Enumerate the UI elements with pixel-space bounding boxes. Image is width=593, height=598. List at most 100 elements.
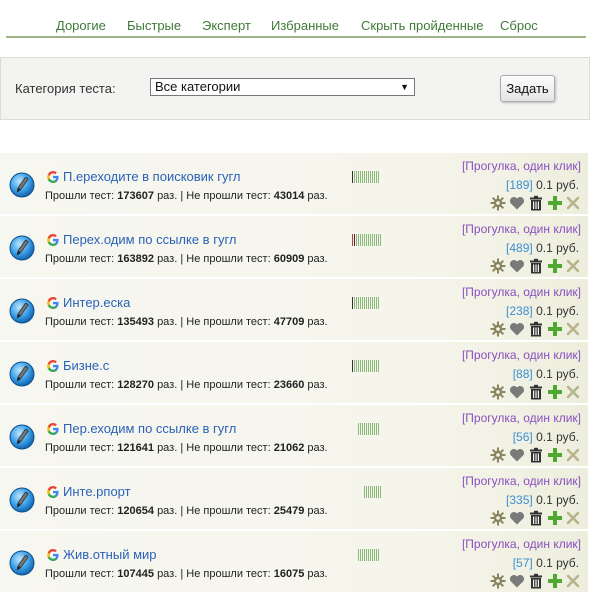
task-title-link[interactable]: Интер.еска <box>63 295 130 310</box>
rating-bar-tick-green <box>358 171 359 183</box>
rating-bar-tick-green <box>370 360 371 372</box>
hide-close-icon[interactable] <box>566 259 580 273</box>
task-title-link[interactable]: Пер.еходим по ссылке в гугл <box>63 421 236 436</box>
heart-icon[interactable] <box>509 447 525 463</box>
times-label: раз. <box>157 190 178 202</box>
nav-link-hide-completed[interactable]: Скрыть пройденные <box>361 18 484 33</box>
hide-close-icon[interactable] <box>566 322 580 336</box>
remaining-count: [489] <box>506 241 533 255</box>
rating-bar-tick-green <box>380 234 381 246</box>
task-title-link[interactable]: Жив.отный мир <box>63 547 157 562</box>
settings-gear-icon[interactable] <box>490 510 506 526</box>
heart-icon[interactable] <box>509 258 525 274</box>
google-icon <box>47 296 59 309</box>
rating-bar-tick-green <box>368 423 369 435</box>
nav-link-reset[interactable]: Сброс <box>500 18 538 33</box>
rating-bar-tick-green <box>376 360 377 372</box>
rating-bar-tick-green <box>374 486 375 498</box>
task-title-link[interactable]: Бизне.с <box>63 358 109 373</box>
task-stats: Прошли тест: 163892 раз. | Не прошли тес… <box>45 253 328 265</box>
settings-gear-icon[interactable] <box>490 573 506 589</box>
trash-icon[interactable] <box>528 510 544 526</box>
failed-count: 23660 <box>273 379 305 391</box>
rating-bar-tick-green <box>358 360 359 372</box>
task-title-link[interactable]: П.ереходите в поисковик гугл <box>63 169 241 184</box>
rating-bar-tick-green <box>378 171 379 183</box>
remaining-count: [189] <box>506 178 533 192</box>
task-type-label: [Прогулка, один клик] <box>461 474 581 488</box>
settings-gear-icon[interactable] <box>490 258 506 274</box>
task-row: П.ереходите в поисковик гугл Прошли тест… <box>0 153 588 214</box>
add-plus-icon[interactable] <box>547 321 563 337</box>
task-title-link[interactable]: Перех.одим по ссылке в гугл <box>63 232 237 247</box>
add-plus-icon[interactable] <box>547 195 563 211</box>
rating-bar-tick-green <box>370 486 371 498</box>
heart-icon[interactable] <box>509 573 525 589</box>
passed-count: 120654 <box>117 505 154 517</box>
rating-bar-tick-green <box>368 234 369 246</box>
passed-count: 121641 <box>117 442 154 454</box>
stats-separator: | <box>180 253 184 265</box>
times-label: раз. <box>157 568 178 580</box>
passed-count: 173607 <box>117 190 154 202</box>
hide-close-icon[interactable] <box>566 448 580 462</box>
hide-close-icon[interactable] <box>566 511 580 525</box>
hide-close-icon[interactable] <box>566 574 580 588</box>
trash-icon[interactable] <box>528 573 544 589</box>
rating-bar-tick-green <box>362 171 363 183</box>
trash-icon[interactable] <box>528 384 544 400</box>
nav-link-fast[interactable]: Быстрые <box>127 18 181 33</box>
add-plus-icon[interactable] <box>547 510 563 526</box>
apply-filter-button[interactable]: Задать <box>500 75 555 102</box>
rating-bar-tick-green <box>354 171 355 183</box>
rating-bar-tick-red <box>352 234 353 246</box>
add-plus-icon[interactable] <box>547 384 563 400</box>
rating-bar-tick-green <box>366 297 367 309</box>
rating-bar-tick-green <box>368 549 369 561</box>
times-label: раз. <box>307 505 328 517</box>
settings-gear-icon[interactable] <box>490 384 506 400</box>
task-actions <box>490 384 580 400</box>
heart-icon[interactable] <box>509 321 525 337</box>
task-type-label: [Прогулка, один клик] <box>461 537 581 551</box>
task-title-link[interactable]: Инте.рпорт <box>63 484 131 499</box>
failed-count: 60909 <box>273 253 305 265</box>
rating-bar-tick-green <box>378 486 379 498</box>
nav-link-expert[interactable]: Эксперт <box>202 18 251 33</box>
settings-gear-icon[interactable] <box>490 321 506 337</box>
trash-icon[interactable] <box>528 258 544 274</box>
rating-bar-tick-green <box>370 297 371 309</box>
heart-icon[interactable] <box>509 384 525 400</box>
heart-icon[interactable] <box>509 195 525 211</box>
settings-gear-icon[interactable] <box>490 195 506 211</box>
hide-close-icon[interactable] <box>566 196 580 210</box>
rating-bar-tick-green <box>360 171 361 183</box>
times-label: раз. <box>157 505 178 517</box>
rating-bar-tick-green <box>372 486 373 498</box>
trash-icon[interactable] <box>528 195 544 211</box>
category-select[interactable]: Все категории ▼ <box>150 78 415 96</box>
passed-count: 128270 <box>117 379 154 391</box>
add-plus-icon[interactable] <box>547 573 563 589</box>
add-plus-icon[interactable] <box>547 447 563 463</box>
add-plus-icon[interactable] <box>547 258 563 274</box>
rating-bar-tick-green <box>354 297 355 309</box>
task-stats: Прошли тест: 107445 раз. | Не прошли тес… <box>45 568 328 580</box>
currency-label: руб. <box>556 304 579 318</box>
heart-icon[interactable] <box>509 510 525 526</box>
task-price: [189] 0.1 руб. <box>506 178 579 192</box>
trash-icon[interactable] <box>528 447 544 463</box>
trash-icon[interactable] <box>528 321 544 337</box>
nav-link-favorites[interactable]: Избранные <box>271 18 339 33</box>
task-actions <box>490 258 580 274</box>
rating-bar-tick-green <box>372 234 373 246</box>
nav-link-expensive[interactable]: Дорогие <box>56 18 106 33</box>
rating-bar-tick-green <box>376 423 377 435</box>
task-price: [238] 0.1 руб. <box>506 304 579 318</box>
hide-close-icon[interactable] <box>566 385 580 399</box>
price-value: 0.1 <box>536 241 553 255</box>
settings-gear-icon[interactable] <box>490 447 506 463</box>
remaining-count: [238] <box>506 304 533 318</box>
rating-bar-tick-green <box>374 171 375 183</box>
task-type-label: [Прогулка, один клик] <box>461 411 581 425</box>
